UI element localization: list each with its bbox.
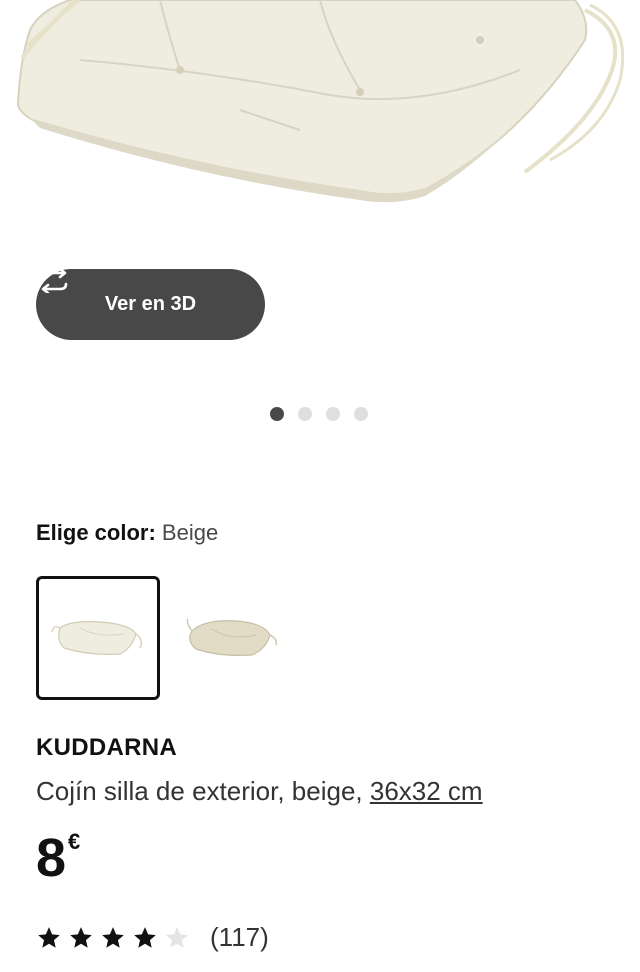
product-image-cushion bbox=[16, 0, 625, 203]
star-full-icon bbox=[102, 926, 124, 948]
color-swatch-beige[interactable] bbox=[36, 576, 160, 700]
product-rating[interactable]: (117) bbox=[36, 922, 269, 953]
product-price: 8 € bbox=[36, 828, 80, 888]
gallery-dot-1[interactable] bbox=[270, 407, 284, 421]
rotate-3d-icon bbox=[40, 269, 68, 293]
swatch-cushion-image-2 bbox=[186, 618, 278, 656]
star-full-icon bbox=[134, 926, 156, 948]
gallery-pagination bbox=[270, 407, 368, 421]
star-full-icon bbox=[70, 926, 92, 948]
price-currency: € bbox=[68, 829, 81, 854]
gallery-dot-2[interactable] bbox=[298, 407, 312, 421]
color-label-key: Elige color: bbox=[36, 520, 156, 545]
gallery-dot-4[interactable] bbox=[354, 407, 368, 421]
view-3d-button[interactable]: Ver en 3D bbox=[36, 269, 265, 340]
color-selector-label: Elige color: Beige bbox=[36, 520, 218, 546]
color-swatch-beige-2[interactable] bbox=[168, 576, 292, 700]
product-image-gallery[interactable]: Ver en 3D bbox=[0, 0, 640, 440]
gallery-dot-3[interactable] bbox=[326, 407, 340, 421]
view-3d-label: Ver en 3D bbox=[104, 293, 197, 315]
product-page: Ver en 3D Elige color: Beige KUDDARNA Co… bbox=[0, 0, 640, 972]
price-amount: 8 bbox=[36, 828, 67, 888]
product-size-link[interactable]: 36x32 cm bbox=[370, 776, 483, 806]
rating-count: (117) bbox=[210, 922, 269, 952]
color-label-value: Beige bbox=[161, 520, 219, 545]
product-description: Cojín silla de exterior, beige, 36x32 cm bbox=[36, 776, 483, 807]
product-description-text: Cojín silla de exterior, beige, bbox=[36, 776, 363, 806]
product-name: KUDDARNA bbox=[36, 734, 178, 761]
star-full-icon bbox=[38, 926, 60, 948]
swatch-cushion-image bbox=[51, 621, 143, 655]
star-empty-icon bbox=[166, 926, 188, 948]
